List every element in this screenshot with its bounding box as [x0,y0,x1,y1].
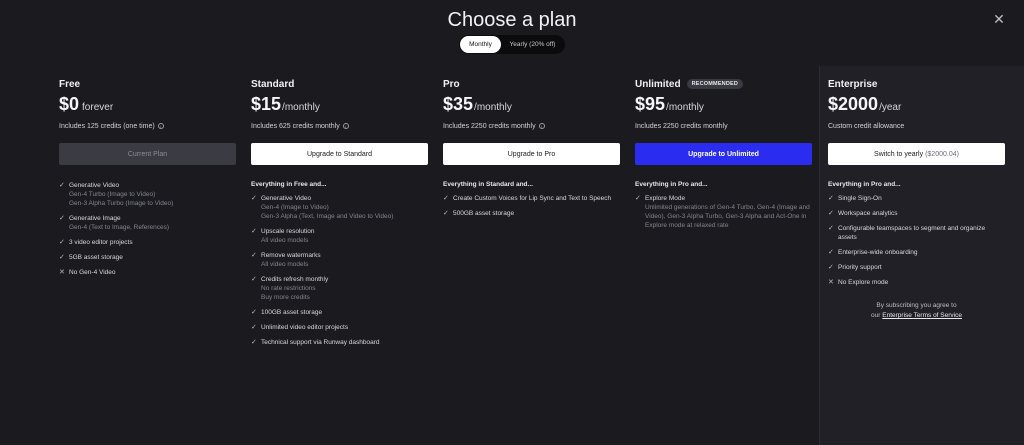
features-heading: Everything in Standard and... [443,181,533,188]
plan-card-free: Free $0 forever Includes 125 credits (on… [59,78,236,276]
plan-period: /monthly [282,102,320,113]
check-icon: ✓ [828,195,834,202]
list-item: ✓ Remove watermarks All video models [251,252,321,268]
list-item: ✓ Explore Mode Unlimited generations of … [635,195,810,229]
list-item: ✓ Technical support via Runway dashboard [251,339,380,346]
info-icon[interactable]: i [157,123,164,129]
enterprise-terms-link[interactable]: Enterprise Terms of Service [882,312,962,319]
features-heading: Everything in Pro and... [828,181,901,188]
billing-yearly-option[interactable]: Yearly (20% off) [501,36,564,53]
x-icon: ✕ [59,269,65,276]
billing-monthly-option[interactable]: Monthly [460,36,501,53]
list-item: ✓ Generative Video Gen-4 (Image to Video… [251,195,394,220]
list-item: ✓ Credits refresh monthly No rate restri… [251,276,329,301]
plan-card-unlimited: Unlimited RECOMMENDED $95 /monthly Inclu… [635,78,812,229]
list-item: ✓ 500GB asset storage [443,210,515,217]
check-icon: ✓ [251,339,257,346]
plan-card-pro: Pro $35 /monthly Includes 2250 credits m… [443,78,620,217]
plan-credits: Includes 2250 credits monthly [443,122,536,130]
list-item: ✕ No Explore mode [828,279,889,286]
plan-card-standard: Standard $15 /monthly Includes 625 credi… [251,78,428,346]
feature-list: Everything in Pro and... ✓ Explore Mode … [635,181,812,236]
check-icon: ✓ [251,276,257,283]
check-icon: ✓ [251,228,257,235]
plan-price: $0 [59,94,80,114]
check-icon: ✓ [828,264,834,271]
check-icon: ✓ [828,225,834,232]
plan-name: Pro [443,78,460,90]
plan-name: Unlimited [635,78,681,90]
list-item: ✓ 5GB asset storage [59,254,123,261]
upgrade-pro-button[interactable]: Upgrade to Pro [443,143,620,165]
plan-name: Free [59,78,81,90]
check-icon: ✓ [251,309,257,316]
feature-list: Everything in Pro and... ✓ Single Sign-O… [828,181,1005,293]
list-item: ✓ 100GB asset storage [251,309,323,316]
list-item: ✓ Enterprise-wide onboarding [828,249,918,256]
list-item: ✓ Single Sign-On [828,195,882,202]
plan-period: /monthly [666,102,704,113]
plan-credits: Custom credit allowance [828,122,905,130]
check-icon: ✓ [828,210,834,217]
plan-price: $95 [635,94,666,114]
check-icon: ✓ [59,254,65,261]
check-icon: ✓ [59,215,65,222]
list-item: ✓ Generative Video Gen-4 Turbo (Image to… [59,182,174,207]
features-heading: Everything in Pro and... [635,181,708,188]
check-icon: ✓ [251,324,257,331]
list-item: ✓ 3 video editor projects [59,239,133,246]
recommended-badge: RECOMMENDED [686,79,744,89]
plan-price: $15 [251,94,282,114]
plan-card-enterprise: Enterprise $2000 /year Custom credit all… [828,78,1005,286]
enterprise-terms: By subscribing you agree to our Enterpri… [871,302,962,319]
list-item: ✓ Unlimited video editor projects [251,324,349,331]
check-icon: ✓ [251,252,257,259]
check-icon: ✓ [59,239,65,246]
list-item: ✕ No Gen-4 Video [59,269,116,276]
plan-period: /monthly [474,102,512,113]
info-icon[interactable]: i [538,123,545,129]
plan-credits: Includes 125 credits (one time) [59,122,155,130]
feature-list: Everything in Free and... ✓ Generative V… [251,181,428,353]
check-icon: ✓ [443,210,449,217]
plan-name: Enterprise [828,78,878,90]
list-item: ✓ Generative Image Gen-4 (Text to Image,… [59,215,170,231]
upgrade-standard-button[interactable]: Upgrade to Standard [251,143,428,165]
info-icon[interactable]: i [342,123,349,129]
x-icon: ✕ [828,279,834,286]
switch-yearly-button[interactable]: Switch to yearly ($2000.04) [828,143,1005,165]
plan-price: $2000 [828,94,879,114]
billing-toggle[interactable]: Monthly Yearly (20% off) [459,35,565,54]
plan-credits: Includes 625 credits monthly [251,122,340,130]
list-item: ✓ Workspace analytics [828,210,898,217]
current-plan-button[interactable]: Current Plan [59,143,236,165]
list-item: ✓ Configurable teamspaces to segment and… [828,225,986,241]
features-heading: Everything in Free and... [251,181,327,188]
check-icon: ✓ [635,195,641,202]
plan-price: $35 [443,94,474,114]
list-item: ✓ Create Custom Voices for Lip Sync and … [443,195,612,202]
plan-name: Standard [251,78,295,90]
close-icon[interactable]: ✕ [992,12,1006,26]
upgrade-unlimited-button[interactable]: Upgrade to Unlimited [635,143,812,165]
check-icon: ✓ [443,195,449,202]
feature-list: ✓ Generative Video Gen-4 Turbo (Image to… [59,181,236,283]
check-icon: ✓ [828,249,834,256]
list-item: ✓ Upscale resolution All video models [251,228,315,244]
check-icon: ✓ [59,182,65,189]
plan-credits: Includes 2250 credits monthly [635,122,728,130]
list-item: ✓ Priority support [828,264,882,271]
plan-period: /year [879,102,902,113]
check-icon: ✓ [251,195,257,202]
plan-period: forever [82,102,114,113]
page-title: Choose a plan [447,9,577,31]
feature-list: Everything in Standard and... ✓ Create C… [443,181,620,224]
